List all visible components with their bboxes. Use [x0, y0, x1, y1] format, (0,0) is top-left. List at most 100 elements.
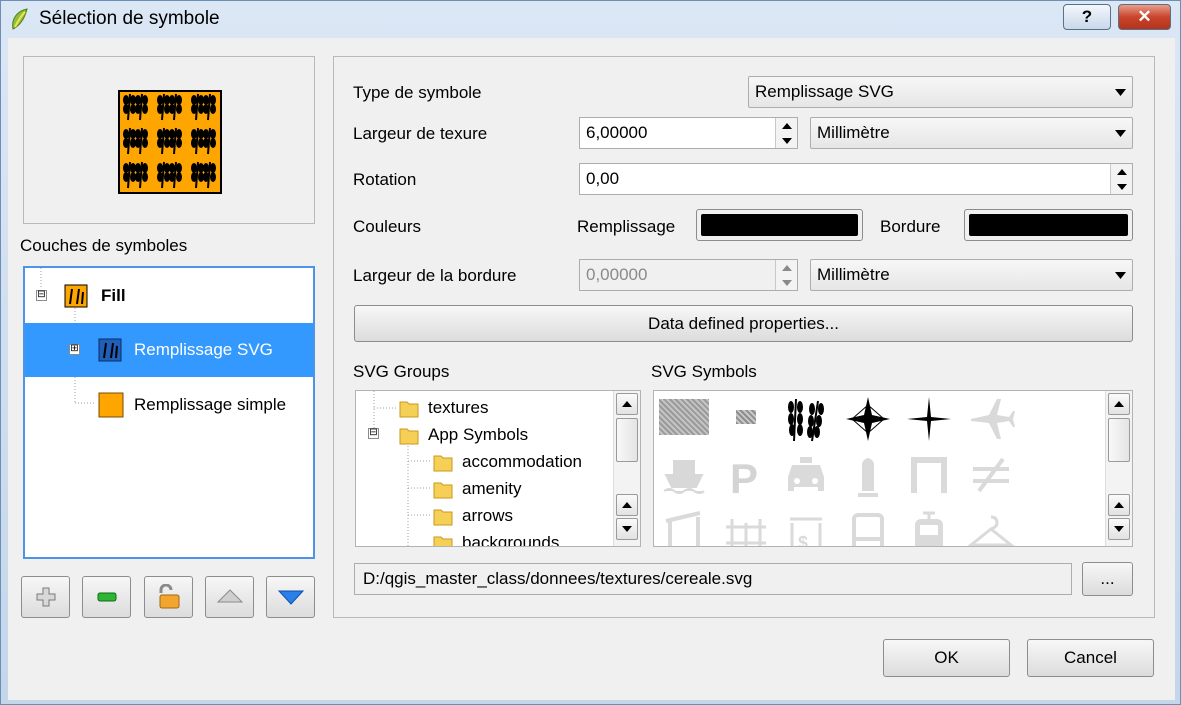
wheat-icon[interactable] — [780, 393, 832, 445]
step-up-icon[interactable] — [776, 118, 797, 133]
group-item-backgrounds[interactable]: backgrounds — [432, 529, 559, 546]
sparkle-icon[interactable] — [903, 393, 955, 445]
texture-width-spinbox[interactable]: 6,00000 — [579, 117, 798, 149]
folder-icon — [433, 482, 453, 498]
border-width-spinbox[interactable]: 0,00000 — [579, 259, 798, 291]
collapse-icon[interactable]: ⊟ — [36, 290, 47, 301]
svg-symbols-grid[interactable]: P $ — [653, 390, 1133, 547]
cancel-label: Cancel — [1064, 648, 1117, 667]
bar-icon[interactable] — [658, 507, 710, 546]
triangle-up-icon — [216, 589, 243, 603]
colors-label: Couleurs — [353, 217, 422, 236]
not-equal-icon[interactable] — [965, 449, 1017, 501]
group-item-app-symbols[interactable]: App Symbols — [398, 421, 528, 448]
svg-path-input[interactable]: D:/qgis_master_class/donnees/textures/ce… — [354, 563, 1072, 595]
move-down-button[interactable] — [266, 576, 315, 618]
add-layer-button[interactable] — [21, 576, 70, 618]
step-down-icon[interactable] — [1111, 179, 1132, 194]
symbol-selector-window: Sélection de symbole ? ✕ Couches de symb… — [0, 0, 1181, 705]
scroll-up-icon[interactable] — [1108, 494, 1130, 516]
texture-unit-select[interactable]: Millimètre — [810, 117, 1133, 149]
scroll-down-icon[interactable] — [616, 518, 638, 540]
symbol-type-select[interactable]: Remplissage SVG — [748, 76, 1133, 108]
cancel-button[interactable]: Cancel — [1027, 639, 1154, 677]
symbols-scrollbar[interactable] — [1105, 391, 1132, 546]
step-up-icon[interactable] — [776, 260, 797, 275]
svg-text:P: P — [730, 455, 758, 499]
taxi-icon[interactable] — [780, 449, 832, 501]
wheat-pattern-preview-icon — [118, 90, 222, 194]
gate-icon[interactable] — [903, 449, 955, 501]
browse-button[interactable]: ... — [1082, 562, 1133, 596]
border-color-swatch — [969, 214, 1128, 236]
star-4-point-icon[interactable] — [842, 393, 894, 445]
folder-icon — [399, 401, 419, 417]
scroll-up-icon[interactable] — [616, 494, 638, 516]
small-texture-icon[interactable] — [720, 391, 772, 443]
scroll-thumb[interactable] — [616, 418, 638, 462]
group-item-textures[interactable]: textures — [398, 394, 488, 421]
ferry-icon[interactable] — [658, 449, 710, 501]
rotation-stepper[interactable] — [1110, 164, 1132, 194]
group-item-label: textures — [428, 397, 489, 417]
svg-groups-tree[interactable]: ⊟ textures App Symbols accommodation ame… — [355, 390, 641, 547]
move-up-button[interactable] — [205, 576, 254, 618]
fence-icon[interactable] — [720, 507, 772, 546]
expand-icon[interactable]: ⊞ — [69, 344, 80, 355]
group-item-accommodation[interactable]: accommodation — [432, 448, 582, 475]
ok-button[interactable]: OK — [883, 639, 1010, 677]
collapse-icon[interactable]: ⊟ — [368, 428, 379, 439]
statue-icon[interactable] — [842, 449, 894, 501]
airplane-icon[interactable] — [965, 393, 1017, 445]
simple-fill-layer-icon — [98, 392, 124, 418]
groups-scrollbar[interactable] — [613, 391, 640, 546]
tree-item-fill-label: Fill — [101, 286, 126, 305]
help-button[interactable]: ? — [1063, 4, 1111, 30]
folder-icon — [399, 428, 419, 444]
unlock-icon — [159, 584, 179, 609]
lock-layer-button[interactable] — [144, 576, 193, 618]
tree-item-fill[interactable]: ⊟ Fill — [25, 269, 313, 323]
texture-width-label: Largeur de texure — [353, 124, 488, 143]
hanger-icon[interactable] — [965, 507, 1017, 546]
texture-width-stepper[interactable] — [775, 118, 797, 148]
symbol-type-label: Type de symbole — [353, 83, 482, 102]
atm-icon[interactable]: $ — [780, 507, 832, 546]
scroll-thumb[interactable] — [1108, 418, 1130, 462]
data-defined-properties-button[interactable]: Data defined properties... — [354, 305, 1133, 342]
scroll-down-icon[interactable] — [1108, 518, 1130, 540]
scroll-up-icon[interactable] — [616, 393, 638, 415]
border-color-button[interactable] — [964, 209, 1133, 241]
close-button[interactable]: ✕ — [1118, 4, 1171, 30]
svg-groups-label: SVG Groups — [353, 362, 450, 381]
tree-item-simple-fill[interactable]: Remplissage simple — [25, 378, 313, 432]
tree-item-svg-fill[interactable]: ⊞ Remplissage SVG — [25, 323, 313, 377]
group-item-arrows[interactable]: arrows — [432, 502, 513, 529]
fill-color-button[interactable] — [696, 209, 863, 241]
step-up-icon[interactable] — [1111, 164, 1132, 179]
bus-icon[interactable] — [842, 507, 894, 546]
triangle-down-icon — [277, 590, 304, 605]
scroll-up-icon[interactable] — [1108, 393, 1130, 415]
window-title: Sélection de symbole — [39, 8, 220, 29]
border-unit-select[interactable]: Millimètre — [810, 259, 1133, 291]
group-item-label: accommodation — [462, 451, 583, 471]
texture-unit-value: Millimètre — [817, 123, 890, 142]
fill-color-label: Remplissage — [577, 217, 676, 236]
folder-icon — [433, 536, 453, 546]
tram-icon[interactable] — [903, 507, 955, 546]
texture-width-value: 6,00000 — [586, 123, 648, 142]
remove-layer-button[interactable] — [82, 576, 131, 618]
symbol-layers-tree[interactable]: ⊟ Fill ⊞ Remplissage SVG Remplissage sim… — [23, 266, 315, 559]
group-item-amenity[interactable]: amenity — [432, 475, 522, 502]
tree-item-simple-fill-label: Remplissage simple — [134, 395, 287, 414]
folder-icon — [433, 509, 453, 525]
step-down-icon[interactable] — [776, 133, 797, 148]
border-width-stepper[interactable] — [775, 260, 797, 290]
chevron-down-icon — [1108, 118, 1132, 148]
noise-texture-icon[interactable] — [658, 391, 710, 443]
border-width-label: Largeur de la bordure — [353, 266, 517, 285]
rotation-spinbox[interactable]: 0,00 — [579, 163, 1133, 195]
parking-icon[interactable]: P — [720, 449, 772, 501]
step-down-icon[interactable] — [776, 275, 797, 290]
